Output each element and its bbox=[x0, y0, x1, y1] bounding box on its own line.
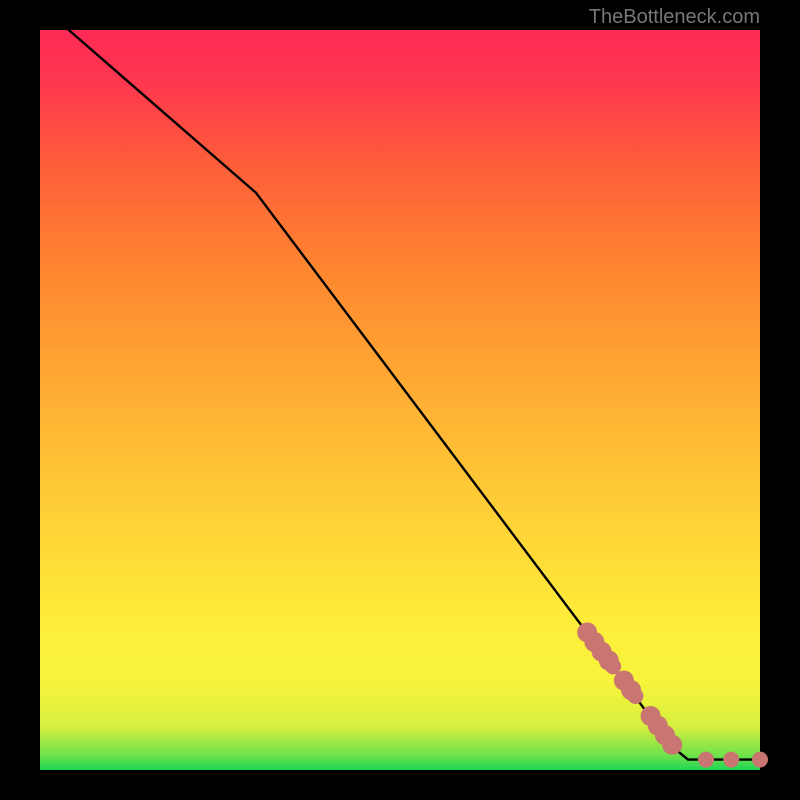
bottleneck-points bbox=[577, 622, 768, 767]
curve-black bbox=[69, 30, 760, 760]
watermark-text: TheBottleneck.com bbox=[589, 6, 760, 29]
bottleneck-point bbox=[752, 752, 768, 768]
bottleneck-point bbox=[662, 735, 682, 755]
bottleneck-point bbox=[698, 752, 714, 768]
plot-area bbox=[40, 30, 760, 770]
chart-frame: TheBottleneck.com bbox=[0, 0, 800, 800]
chart-svg bbox=[40, 30, 760, 770]
bottleneck-point bbox=[627, 688, 643, 704]
bottleneck-point bbox=[723, 752, 739, 768]
